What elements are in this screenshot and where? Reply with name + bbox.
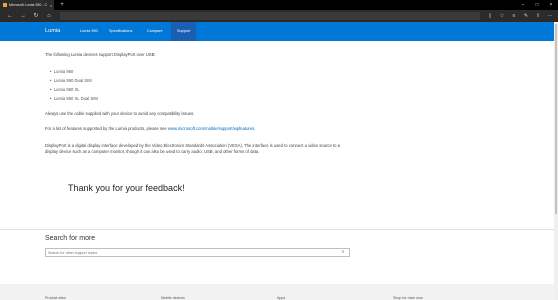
browser-toolbar: ← → ↻ ⌂ ▯ ☆ ≡ ✎ ⇪ ⋯ <box>0 10 558 28</box>
nav-item-support[interactable]: Support <box>171 22 197 41</box>
search-icon[interactable]: ⌕ <box>339 249 347 256</box>
tab-close-icon[interactable]: × <box>50 3 52 8</box>
web-note-icon[interactable]: ✎ <box>522 10 530 22</box>
search-input[interactable] <box>48 249 338 256</box>
close-window-button[interactable]: × <box>544 0 558 10</box>
nav-item-compare[interactable]: Compare <box>141 22 169 41</box>
device-list: • Lumia 950 • Lumia 950 Dual SIM • Lumia… <box>50 67 98 103</box>
more-icon[interactable]: ⋯ <box>546 10 554 22</box>
toolbar-actions: ▯ ☆ ≡ ✎ ⇪ ⋯ <box>486 10 554 22</box>
search-heading: Search for more <box>45 235 96 242</box>
support-search-box[interactable]: ⌕ <box>45 248 350 257</box>
back-button[interactable]: ← <box>4 10 16 22</box>
feedback-thanks: Thank you for your feedback! <box>68 183 185 193</box>
hub-icon[interactable]: ≡ <box>510 10 518 22</box>
reading-view-icon[interactable]: ▯ <box>486 10 494 22</box>
forward-button[interactable]: → <box>17 10 29 22</box>
brand-link[interactable]: Lumia <box>45 22 60 41</box>
features-paragraph: For a list of features supported by the … <box>45 126 256 131</box>
minimize-button[interactable]: – <box>516 0 530 10</box>
address-bar[interactable] <box>60 12 480 28</box>
share-icon[interactable]: ⇪ <box>534 10 542 22</box>
scrollbar-thumb[interactable] <box>555 24 557 214</box>
home-button[interactable]: ⌂ <box>43 10 55 22</box>
favorite-star-icon[interactable]: ☆ <box>498 10 506 22</box>
new-tab-button[interactable]: + <box>58 0 66 10</box>
list-item: • Lumia 950 XL Dual SIM <box>50 96 98 101</box>
site-nav-bar: Lumia Lumia 950 Specifications Compare S… <box>0 22 558 41</box>
list-item: • Lumia 950 <box>50 69 74 74</box>
nav-item-lumia-950[interactable]: Lumia 950 <box>74 22 104 41</box>
nav-item-specifications[interactable]: Specifications <box>103 22 138 41</box>
list-item: • Lumia 950 Dual SIM <box>50 78 92 83</box>
browser-tab[interactable]: Microsoft Lumia 950 - C × <box>0 0 54 10</box>
intro-text: The following Lumia devices support Disp… <box>45 52 156 57</box>
browser-title-bar: Microsoft Lumia 950 - C × + – □ × <box>0 0 558 10</box>
footer-column-heading: Shop for mice now <box>393 296 423 300</box>
footer-column-heading: Product sites <box>45 296 66 300</box>
displayport-description: DisplayPort is a digital display interfa… <box>45 143 340 155</box>
list-item: • Lumia 950 XL <box>50 87 80 92</box>
section-divider <box>0 229 554 230</box>
maximize-button[interactable]: □ <box>530 0 544 10</box>
window-controls: – □ × <box>516 0 558 10</box>
favicon-icon <box>3 3 7 7</box>
refresh-button[interactable]: ↻ <box>30 10 42 22</box>
features-link[interactable]: www.microsoft.com/mobile/support/wpfeatu… <box>168 126 254 131</box>
footer-column-heading: Apps <box>277 296 286 300</box>
tab-title: Microsoft Lumia 950 - C <box>9 3 47 7</box>
cable-note: Always use the cable supplied with your … <box>45 111 195 116</box>
footer-column-heading: Mobile devices <box>161 296 185 300</box>
